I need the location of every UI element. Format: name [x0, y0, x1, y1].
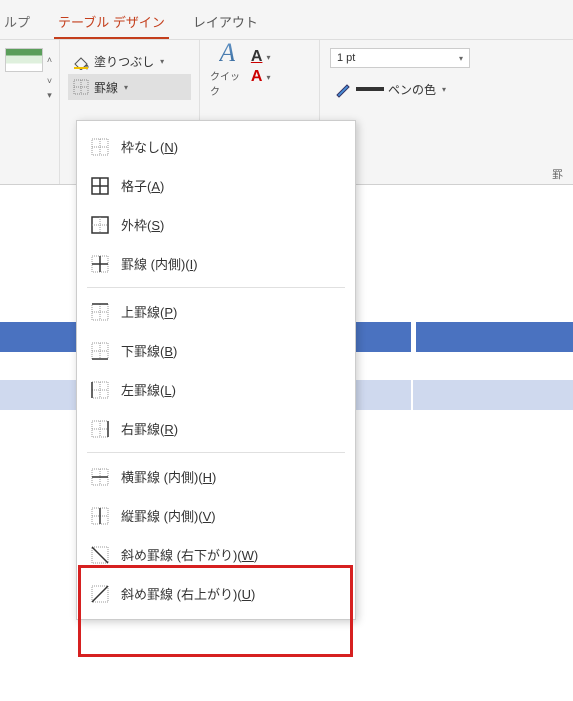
ribbon-tabs: ルプ テーブル デザイン レイアウト: [0, 0, 573, 40]
tab-help-fragment[interactable]: ルプ: [0, 6, 34, 39]
all-border-icon: [91, 177, 109, 195]
menu-item-label: 斜め罫線 (右下がり)(W): [121, 545, 258, 564]
tab-table-design[interactable]: テーブル デザイン: [54, 6, 169, 39]
border-icon: [72, 78, 90, 96]
menu-item-label: 右罫線(R): [121, 419, 178, 438]
menu-item-label: 罫線 (内側)(I): [121, 254, 198, 273]
menu-item-border-left[interactable]: 左罫線(L): [77, 370, 355, 409]
menu-item-label: 横罫線 (内側)(H): [121, 467, 216, 486]
menu-item-border-all[interactable]: 格子(A): [77, 166, 355, 205]
pen-color-label: ペンの色: [388, 81, 436, 98]
hinner-border-icon: [91, 468, 109, 486]
quick-styles-button[interactable]: A クイック: [210, 48, 245, 88]
none-border-icon: [91, 138, 109, 156]
shading-button[interactable]: 塗りつぶし ▾: [68, 48, 191, 74]
borders-label: 罫線: [94, 79, 118, 96]
menu-item-border-bottom[interactable]: 下罫線(B): [77, 331, 355, 370]
text-fill-button[interactable]: A▾: [251, 48, 309, 66]
borders-dropdown-menu: 枠なし(N) 格子(A) 外枠(S) 罫線 (内側)(I) 上罫線(P) 下罫線(B) 左罫…: [76, 120, 356, 620]
table-style-thumb[interactable]: [5, 48, 43, 72]
chevron-down-icon: ▾: [266, 73, 270, 82]
chevron-down-icon: ▾: [160, 57, 164, 66]
menu-item-label: 外枠(S): [121, 215, 164, 234]
diagdown-border-icon: [91, 546, 109, 564]
chevron-down-icon: ▾: [266, 53, 270, 62]
menu-item-border-right[interactable]: 右罫線(R): [77, 409, 355, 448]
pen-icon: [334, 80, 352, 98]
text-outline-icon: A: [251, 68, 263, 86]
menu-item-label: 下罫線(B): [121, 341, 177, 360]
menu-item-label: 枠なし(N): [121, 137, 178, 156]
menu-item-label: 格子(A): [121, 176, 164, 195]
text-fill-icon: A: [251, 48, 263, 66]
text-outline-button[interactable]: A▾: [251, 68, 309, 86]
inside-border-icon: [91, 255, 109, 273]
gallery-up-icon[interactable]: ˄: [45, 55, 55, 65]
outside-border-icon: [91, 216, 109, 234]
chevron-down-icon: ▾: [124, 83, 128, 92]
chevron-down-icon: ▾: [442, 85, 446, 94]
top-border-icon: [91, 303, 109, 321]
gallery-more-icon[interactable]: ▾: [45, 90, 55, 101]
pen-weight-combo[interactable]: 1 pt ▾: [330, 48, 470, 68]
menu-item-label: 上罫線(P): [121, 302, 177, 321]
vinner-border-icon: [91, 507, 109, 525]
menu-item-border-top[interactable]: 上罫線(P): [77, 292, 355, 331]
left-border-icon: [91, 381, 109, 399]
paint-bucket-icon: [72, 52, 90, 70]
menu-item-border-hinner[interactable]: 横罫線 (内側)(H): [77, 457, 355, 496]
tab-layout[interactable]: レイアウト: [189, 6, 262, 39]
wordart-a-icon: A: [219, 38, 235, 68]
menu-item-border-inside[interactable]: 罫線 (内側)(I): [77, 244, 355, 283]
gallery-down-icon[interactable]: ˅: [45, 76, 55, 86]
bottom-border-icon: [91, 342, 109, 360]
pen-color-button[interactable]: ペンの色 ▾: [330, 76, 563, 102]
menu-item-border-vinner[interactable]: 縦罫線 (内側)(V): [77, 496, 355, 535]
menu-item-label: 縦罫線 (内側)(V): [121, 506, 216, 525]
menu-item-border-none[interactable]: 枠なし(N): [77, 127, 355, 166]
menu-item-border-diagdown[interactable]: 斜め罫線 (右下がり)(W): [77, 535, 355, 574]
pen-color-swatch: [356, 87, 384, 91]
draw-borders-group: 1 pt ▾ ペンの色 ▾ 罫: [320, 40, 573, 184]
quick-styles-label: クイック: [210, 68, 245, 98]
menu-item-label: 左罫線(L): [121, 380, 176, 399]
menu-item-border-outside[interactable]: 外枠(S): [77, 205, 355, 244]
menu-item-label: 斜め罫線 (右上がり)(U): [121, 584, 255, 603]
table-styles-gallery: ˄ ˅ ▾: [0, 40, 60, 184]
draw-borders-label: 罫: [552, 166, 563, 182]
diagup-border-icon: [91, 585, 109, 603]
borders-button[interactable]: 罫線 ▾: [68, 74, 191, 100]
right-border-icon: [91, 420, 109, 438]
menu-separator: [87, 452, 345, 453]
menu-item-border-diagup[interactable]: 斜め罫線 (右上がり)(U): [77, 574, 355, 613]
pen-weight-value: 1 pt: [337, 52, 457, 64]
shading-label: 塗りつぶし: [94, 53, 154, 70]
menu-separator: [87, 287, 345, 288]
chevron-down-icon: ▾: [459, 54, 463, 63]
